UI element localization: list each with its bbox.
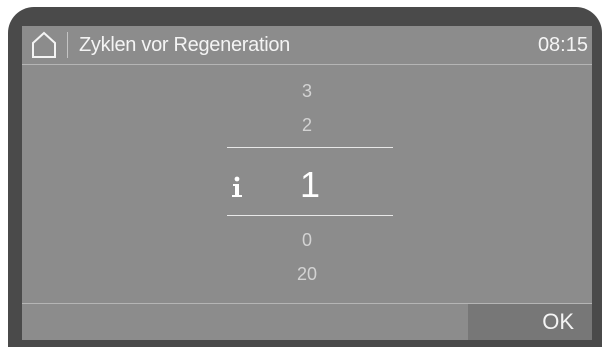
selected-value[interactable]: 1	[227, 164, 393, 206]
selection-line-top	[227, 147, 393, 148]
display-screen: Zyklen vor Regeneration 08:15 3 2 1 0 20…	[22, 26, 592, 340]
page-title: Zyklen vor Regeneration	[79, 34, 290, 56]
header-divider	[67, 32, 68, 58]
wheel-option-above-2[interactable]: 3	[227, 81, 387, 102]
wheel-option-below-1[interactable]: 0	[227, 230, 387, 251]
home-button[interactable]	[30, 30, 58, 60]
wheel-option-above-1[interactable]: 2	[227, 115, 387, 136]
selection-line-bottom	[227, 215, 393, 216]
home-icon	[32, 31, 56, 58]
clock: 08:15	[537, 34, 588, 56]
wheel-option-below-2[interactable]: 20	[227, 264, 387, 285]
header-bar: Zyklen vor Regeneration 08:15	[22, 26, 592, 65]
ok-button[interactable]: OK	[468, 304, 592, 340]
